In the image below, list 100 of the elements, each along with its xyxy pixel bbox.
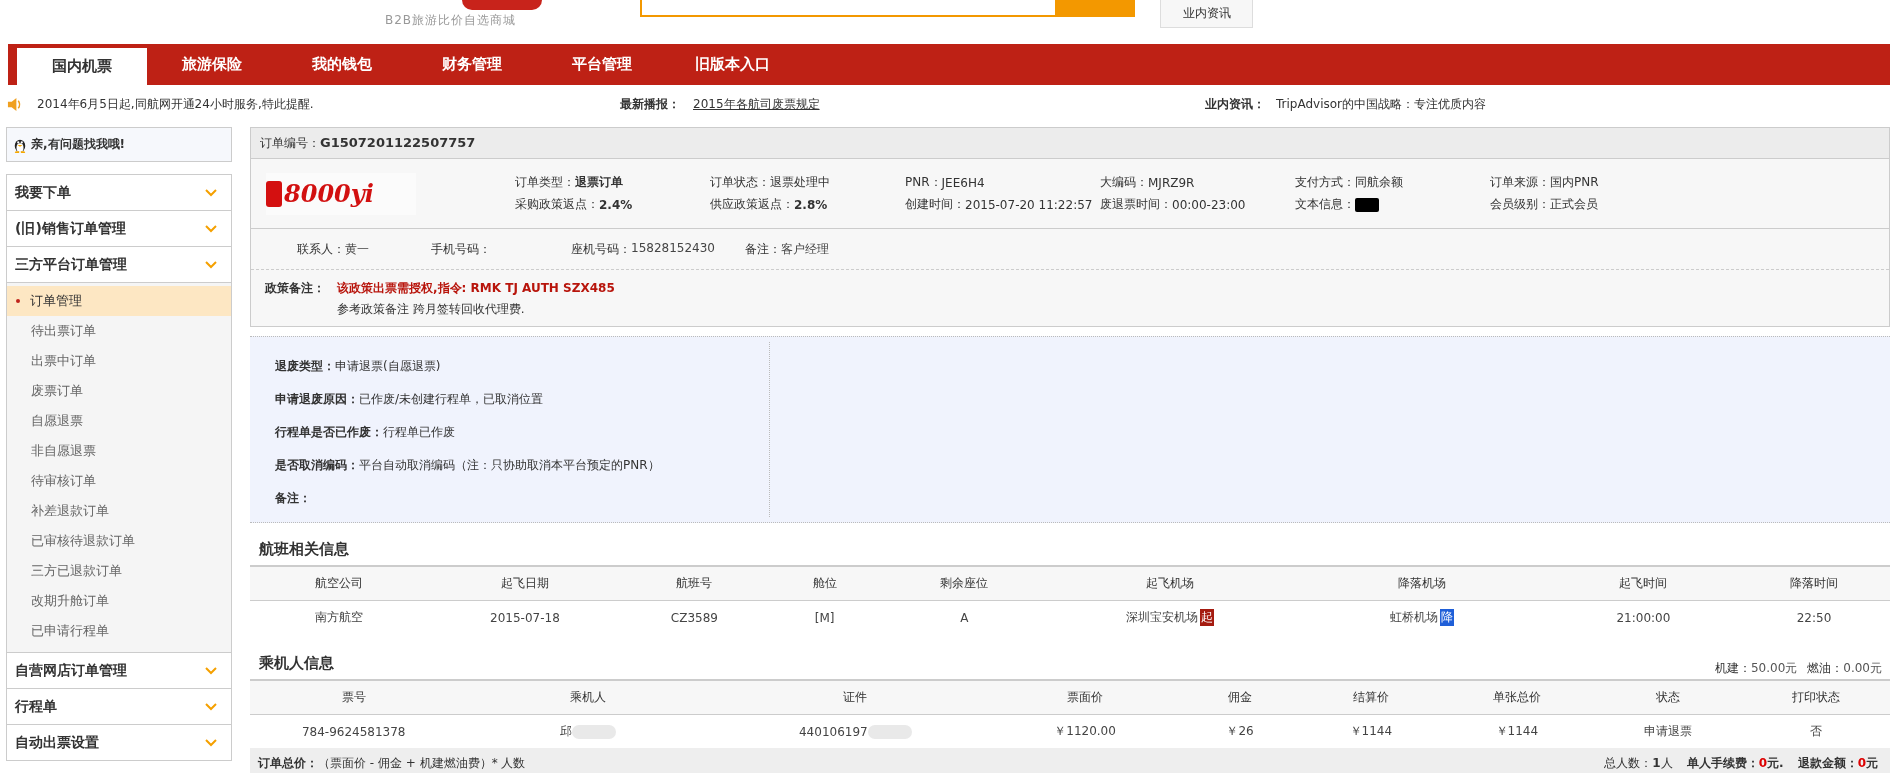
- column-header: 票号: [340, 689, 367, 706]
- sidebar-item[interactable]: 改期升舱订单: [7, 586, 231, 616]
- table-cell: 申请退票: [1643, 723, 1692, 740]
- field-label: 支付方式：: [1295, 174, 1355, 191]
- column-header: 剩余座位: [939, 575, 990, 592]
- field-value: 2015-07-20 11:22:57: [965, 197, 1093, 212]
- field-value: 正式会员: [1550, 196, 1598, 213]
- airline-logo: 8000yi: [266, 172, 416, 215]
- sidebar-item[interactable]: 订单管理: [7, 286, 231, 316]
- contact-label: 备注：: [745, 240, 781, 258]
- sidebar-item[interactable]: 非自愿退票: [7, 436, 231, 466]
- latest-link[interactable]: 2015年各航司废票规定: [693, 95, 820, 113]
- notice-text: 2014年6月5日起,同航网开通24小时服务,特此提醒.: [37, 95, 314, 113]
- table-cell: 784-9624581378: [301, 724, 406, 739]
- table-cell: 邱: [560, 723, 573, 740]
- sidebar-item[interactable]: 已申请行程单: [7, 616, 231, 646]
- table-cell: 22:50: [1796, 610, 1832, 625]
- field-value: 00:00-23:00: [1172, 197, 1246, 212]
- sidebar-item[interactable]: 补差退款订单: [7, 496, 231, 526]
- redacted-block: [1355, 197, 1379, 212]
- airport-tag: 降: [1439, 609, 1454, 626]
- order-number: 订单编号：G1507201122507757: [260, 134, 476, 152]
- table-cell: A: [960, 610, 969, 625]
- table-cell: ￥1144: [1349, 723, 1393, 740]
- field-label: PNR：: [905, 174, 942, 189]
- sidebar-item[interactable]: 废票订单: [7, 376, 231, 406]
- table-cell: ￥1144: [1495, 723, 1539, 740]
- field-value: 退票处理中: [770, 174, 830, 191]
- field-label: 订单类型：: [515, 174, 575, 191]
- column-header: 航班号: [675, 575, 714, 592]
- nav-tab[interactable]: 平台管理: [537, 44, 667, 85]
- table-cell: [M]: [814, 610, 835, 625]
- field-value: 2.4%: [599, 197, 633, 212]
- column-header: 佣金: [1227, 689, 1253, 706]
- column-header: 舱位: [811, 575, 838, 592]
- sidebar-item[interactable]: 三方已退款订单: [7, 556, 231, 586]
- nav-tab[interactable]: 旧版本入口: [667, 44, 797, 85]
- table-cell: CZ3589: [670, 610, 718, 625]
- field-value: JEE6H4: [941, 175, 985, 190]
- news-button[interactable]: 业内资讯: [1160, 0, 1253, 28]
- policy-highlight: 该政策出票需授权,指令: RMK TJ AUTH SZX485: [337, 280, 615, 297]
- refund-label: 是否取消编码：: [275, 457, 359, 474]
- column-header: 起飞机场: [1145, 575, 1196, 592]
- chevron-icon: [205, 702, 217, 711]
- industry-label: 业内资讯：: [1205, 95, 1265, 113]
- table-cell: 深圳宝安机场: [1126, 609, 1199, 626]
- sidebar-item[interactable]: 出票中订单: [7, 346, 231, 376]
- refund-label: 退废类型：: [275, 358, 335, 375]
- logo-icon: [462, 0, 542, 10]
- policy-label: 政策备注：: [265, 280, 325, 297]
- sidebar-item[interactable]: 自愿退票: [7, 406, 231, 436]
- field-label: 采购政策返点：: [515, 196, 599, 213]
- refund-value: 已作废/未创建行程单，已取消位置: [359, 391, 544, 408]
- contact-value: 客户经理: [781, 240, 829, 258]
- field-label: 订单状态：: [710, 174, 770, 191]
- field-value: 国内PNR: [1550, 174, 1599, 191]
- support-box[interactable]: 亲,有问题找我哦!: [6, 127, 232, 162]
- nav-tab[interactable]: 国内机票: [17, 48, 147, 85]
- nav-tab[interactable]: 旅游保险: [147, 44, 277, 85]
- field-value: MJRZ9R: [1148, 175, 1195, 190]
- chevron-icon: [205, 260, 217, 269]
- policy-note: 参考政策备注 跨月签转回收代理费.: [337, 301, 526, 318]
- refund-value: 平台自动取消编码（注：只协助取消本平台预定的PNR）: [359, 457, 660, 474]
- tagline: B2B旅游比价自选商城: [385, 12, 517, 29]
- industry-link[interactable]: TripAdvisor的中国战略：专注优质内容: [1276, 95, 1487, 113]
- column-header: 单张总价: [1491, 689, 1542, 706]
- column-header: 航空公司: [313, 575, 364, 592]
- column-header: 结算价: [1351, 689, 1390, 706]
- column-header: 起飞日期: [499, 575, 550, 592]
- refund-label: 申请退废原因：: [275, 391, 359, 408]
- section-title: 乘机人信息: [259, 654, 334, 673]
- search-field[interactable]: [640, 0, 1135, 17]
- column-header: 证件: [842, 689, 869, 706]
- field-value: 退票订单: [575, 174, 623, 191]
- field-label: 废退票时间：: [1100, 196, 1172, 213]
- column-header: 降落时间: [1789, 575, 1839, 592]
- table-cell: 21:00:00: [1616, 610, 1671, 625]
- field-value: 2.8%: [794, 197, 828, 212]
- total-stat: 总人数：1人: [1604, 755, 1673, 772]
- field-label: 文本信息：: [1295, 196, 1355, 213]
- nav-tab[interactable]: 我的钱包: [277, 44, 407, 85]
- field-label: 供应政策返点：: [710, 196, 794, 213]
- refund-label: 备注：: [275, 490, 311, 507]
- nav-tab[interactable]: 财务管理: [407, 44, 537, 85]
- field-value: 同航余额: [1355, 174, 1403, 191]
- airport-tag: 起: [1200, 609, 1215, 626]
- sidebar-item[interactable]: 待出票订单: [7, 316, 231, 346]
- sidebar-item[interactable]: 已审核待退款订单: [7, 526, 231, 556]
- column-header: 状态: [1654, 689, 1681, 706]
- contact-value: 黄一: [345, 240, 369, 258]
- field-label: 大编码：: [1100, 174, 1148, 191]
- section-title: 航班相关信息: [259, 540, 349, 559]
- column-header: 乘机人: [569, 689, 608, 706]
- fee-text: 燃油：0.00元: [1807, 660, 1882, 677]
- sidebar-item[interactable]: 待审核订单: [7, 466, 231, 496]
- total-stat: 退款金额：0元: [1797, 755, 1878, 772]
- fee-text: 机建：50.00元: [1714, 660, 1798, 677]
- total-formula: 订单总价：（票面价 - 佣金 + 机建燃油费）* 人数: [258, 755, 526, 772]
- field-label: 会员级别：: [1490, 196, 1550, 213]
- table-cell: 南方航空: [314, 609, 363, 626]
